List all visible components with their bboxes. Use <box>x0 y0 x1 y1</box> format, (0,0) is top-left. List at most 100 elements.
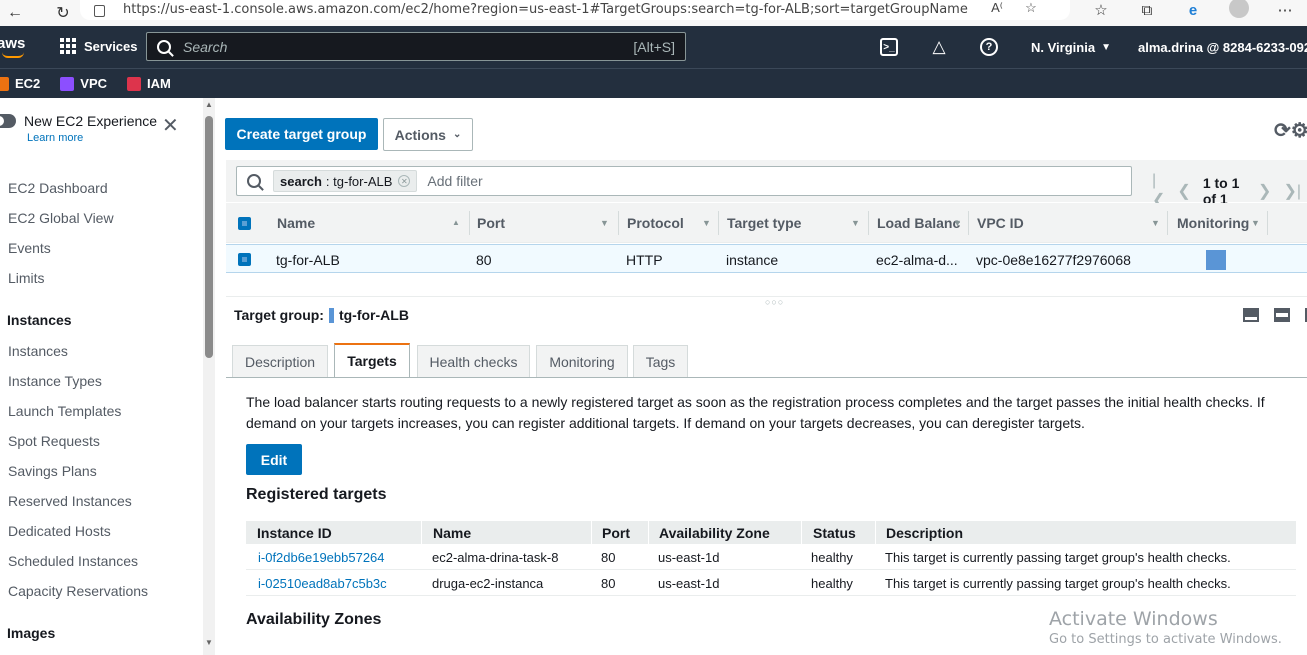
sidebar-item-spot-requests[interactable]: Spot Requests <box>8 433 100 449</box>
favorite-label: IAM <box>147 76 171 91</box>
column-load-balancer[interactable]: Load Balanc <box>877 203 960 243</box>
actions-button[interactable]: Actions ⌄ <box>383 118 473 151</box>
sidebar-scrollbar[interactable]: ▲ ▼ <box>203 98 215 655</box>
back-icon[interactable]: ← <box>0 0 30 26</box>
sidebar-item-ec2-global-view[interactable]: EC2 Global View <box>8 210 114 226</box>
tab-targets[interactable]: Targets <box>334 343 410 377</box>
table-row[interactable]: tg-for-ALB 80 HTTP instance ec2-alma-d..… <box>226 244 1307 273</box>
notifications-button[interactable]: △ <box>930 26 948 68</box>
create-target-group-button[interactable]: Create target group <box>225 118 378 150</box>
column-name[interactable]: Name <box>433 521 471 544</box>
column-target-type[interactable]: Target type <box>727 203 801 243</box>
monitoring-icon[interactable] <box>1206 245 1226 274</box>
cell-name: ec2-alma-drina-task-8 <box>432 549 559 565</box>
sidebar-item-instances[interactable]: Instances <box>8 343 68 359</box>
watermark-title: Activate Windows <box>1049 608 1218 630</box>
detail-title-value: tg-for-ALB <box>338 307 409 323</box>
cell-availability-zone: us-east-1d <box>658 549 720 565</box>
sidebar-item-scheduled-instances[interactable]: Scheduled Instances <box>8 553 138 569</box>
column-port[interactable]: Port <box>477 203 505 243</box>
favorite-ec2[interactable]: EC2 <box>0 76 40 91</box>
column-status[interactable]: Status <box>813 521 856 544</box>
cloudshell-button[interactable]: >_ <box>880 26 898 68</box>
column-protocol[interactable]: Protocol <box>627 203 684 243</box>
sidebar-item-reserved-instances[interactable]: Reserved Instances <box>8 493 132 509</box>
add-favorite-icon[interactable]: ☆ <box>1019 0 1043 16</box>
column-vpc-id[interactable]: VPC ID <box>977 203 1024 243</box>
sort-asc-icon[interactable]: ▲ <box>452 218 460 227</box>
sidebar-item-instance-types[interactable]: Instance Types <box>8 373 102 389</box>
select-all-checkbox[interactable] <box>238 203 251 243</box>
more-menu-icon[interactable]: ⋯ <box>1262 1 1307 19</box>
cell-load-balancer[interactable]: ec2-alma-d... <box>876 245 958 274</box>
address-bar[interactable]: https://us-east-1.console.aws.amazon.com… <box>80 0 1070 20</box>
cell-instance-id[interactable]: i-02510ead8ab7c5b3c <box>258 570 387 596</box>
tab-monitoring[interactable]: Monitoring <box>536 345 628 377</box>
profile-avatar[interactable] <box>1216 0 1262 22</box>
column-instance-id[interactable]: Instance ID <box>257 521 332 544</box>
filter-token[interactable]: search : tg-for-ALB ✕ <box>273 170 418 192</box>
sidebar-item-dedicated-hosts[interactable]: Dedicated Hosts <box>8 523 111 539</box>
prev-page-icon[interactable]: ❮ <box>1177 181 1190 201</box>
new-experience-toggle[interactable] <box>0 114 16 128</box>
ec2-service-icon <box>0 76 9 91</box>
sidebar-section-images[interactable]: Images <box>7 625 55 641</box>
favorite-vpc[interactable]: VPC <box>60 76 107 91</box>
read-aloud-icon[interactable]: A⁽ <box>985 0 1009 16</box>
column-monitoring[interactable]: Monitoring <box>1177 203 1249 243</box>
filter-input[interactable]: search : tg-for-ALB ✕ Add filter <box>236 166 1132 196</box>
row-checkbox[interactable] <box>238 245 251 274</box>
column-menu-icon[interactable]: ▼ <box>1151 218 1160 228</box>
edge-icon[interactable]: e <box>1170 2 1216 19</box>
services-menu[interactable]: Services <box>60 38 138 54</box>
sidebar-item-capacity-reservations[interactable]: Capacity Reservations <box>8 583 148 599</box>
tab-health-checks[interactable]: Health checks <box>417 345 530 377</box>
windows-activation-watermark: Activate Windows Go to Settings to activ… <box>1049 608 1282 647</box>
help-button[interactable]: ? <box>980 26 998 68</box>
region-label: N. Virginia <box>1031 39 1096 55</box>
refresh-icon[interactable]: ⟳⚙ <box>1274 118 1307 143</box>
sidebar-item-ec2-dashboard[interactable]: EC2 Dashboard <box>8 180 108 196</box>
last-page-icon[interactable]: ❯| <box>1283 181 1301 201</box>
targets-description: The load balancer starts routing request… <box>246 392 1286 434</box>
column-menu-icon[interactable]: ▼ <box>1251 218 1260 228</box>
scroll-up-icon[interactable]: ▲ <box>205 100 213 109</box>
drag-handle-icon[interactable]: ○○○ <box>765 297 784 307</box>
favorites-icon[interactable]: ☆ <box>1078 1 1124 19</box>
cell-instance-id[interactable]: i-0f2db6e19ebb57264 <box>258 544 385 570</box>
sidebar-item-launch-templates[interactable]: Launch Templates <box>8 403 121 419</box>
sidebar-item-events[interactable]: Events <box>8 240 51 256</box>
cell-vpc-id[interactable]: vpc-0e8e16277f2976068 <box>976 245 1131 274</box>
column-description[interactable]: Description <box>886 521 963 544</box>
column-menu-icon[interactable]: ▼ <box>851 218 860 228</box>
maximize-panel-icon[interactable] <box>1243 308 1259 322</box>
collections-icon[interactable]: ⧉ <box>1124 2 1170 19</box>
remove-token-icon[interactable]: ✕ <box>398 175 411 187</box>
scroll-thumb[interactable] <box>205 116 213 358</box>
tab-description[interactable]: Description <box>232 345 328 377</box>
favorite-label: EC2 <box>15 76 41 91</box>
column-menu-icon[interactable]: ▼ <box>600 218 609 228</box>
column-name[interactable]: Name <box>277 203 315 243</box>
column-menu-icon[interactable]: ▼ <box>953 218 962 228</box>
favorite-iam[interactable]: IAM <box>127 76 171 91</box>
reload-icon[interactable]: ↻ <box>48 0 78 26</box>
account-menu[interactable]: alma.drina @ 8284-6233-0928 <box>1138 26 1307 68</box>
global-search-input[interactable]: Search [Alt+S] <box>146 32 686 61</box>
next-page-icon[interactable]: ❯ <box>1258 181 1271 201</box>
column-availability-zone[interactable]: Availability Zone <box>659 521 770 544</box>
sidebar-item-limits[interactable]: Limits <box>8 270 45 286</box>
sidebar-section-instances[interactable]: Instances <box>7 312 72 328</box>
split-panel-icon[interactable] <box>1274 308 1290 322</box>
column-port[interactable]: Port <box>602 521 630 544</box>
tab-tags[interactable]: Tags <box>633 345 688 377</box>
aws-logo[interactable]: aws <box>0 35 28 58</box>
region-selector[interactable]: N. Virginia ▼ <box>1031 26 1111 68</box>
add-filter-placeholder: Add filter <box>427 173 483 189</box>
edit-button[interactable]: Edit <box>246 444 302 475</box>
sidebar-item-savings-plans[interactable]: Savings Plans <box>8 463 97 479</box>
close-icon[interactable]: ✕ <box>162 116 179 136</box>
scroll-down-icon[interactable]: ▼ <box>205 638 213 647</box>
column-menu-icon[interactable]: ▼ <box>702 218 711 228</box>
learn-more-link[interactable]: Learn more <box>27 132 83 144</box>
